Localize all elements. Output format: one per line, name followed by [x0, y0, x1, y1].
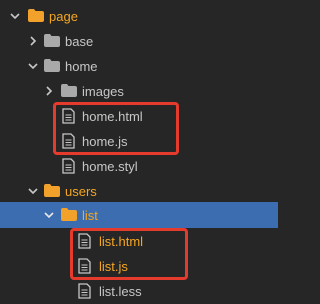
chevron-right-icon[interactable] [44, 86, 54, 96]
tree-item-label: home [65, 59, 98, 74]
tree-item-home[interactable]: home [0, 54, 278, 78]
tree-item-label: list [82, 208, 98, 223]
tree-item-label: list.html [99, 234, 144, 249]
chevron-down-icon[interactable] [44, 210, 54, 220]
file-icon [78, 283, 91, 299]
chevron-down-icon[interactable] [28, 186, 38, 196]
tree-item-base[interactable]: base [0, 29, 278, 53]
file-icon [78, 258, 91, 274]
folder-icon [61, 84, 77, 97]
chevron-right-icon[interactable] [28, 36, 38, 46]
file-icon [78, 233, 91, 249]
folder-icon [44, 184, 60, 197]
file-tree: page base home images home.html home.js … [0, 0, 278, 304]
chevron-down-icon[interactable] [28, 61, 38, 71]
tree-item-label: base [65, 34, 94, 49]
tree-item-list-js[interactable]: list.js [0, 254, 278, 278]
tree-item-label: home.js [82, 134, 128, 149]
folder-icon [28, 9, 44, 22]
tree-item-label: home.styl [82, 159, 138, 174]
tree-item-list[interactable]: list [0, 202, 278, 228]
file-icon [62, 108, 75, 124]
chevron-down-icon[interactable] [10, 11, 20, 21]
tree-item-users[interactable]: users [0, 179, 278, 203]
folder-icon [44, 59, 60, 72]
tree-item-page[interactable]: page [0, 4, 278, 28]
file-icon [62, 158, 75, 174]
tree-item-home-js[interactable]: home.js [0, 129, 278, 153]
tree-item-list-less[interactable]: list.less [0, 279, 278, 303]
tree-item-home-html[interactable]: home.html [0, 104, 278, 128]
folder-icon [61, 208, 77, 221]
tree-item-label: page [49, 9, 78, 24]
tree-item-images[interactable]: images [0, 79, 278, 103]
tree-item-label: users [65, 184, 97, 199]
tree-item-list-html[interactable]: list.html [0, 229, 278, 253]
folder-icon [44, 34, 60, 47]
tree-item-label: home.html [82, 109, 143, 124]
file-icon [62, 133, 75, 149]
tree-item-label: list.less [99, 284, 142, 299]
tree-item-label: list.js [99, 259, 128, 274]
tree-item-label: images [82, 84, 124, 99]
tree-item-home-styl[interactable]: home.styl [0, 154, 278, 178]
